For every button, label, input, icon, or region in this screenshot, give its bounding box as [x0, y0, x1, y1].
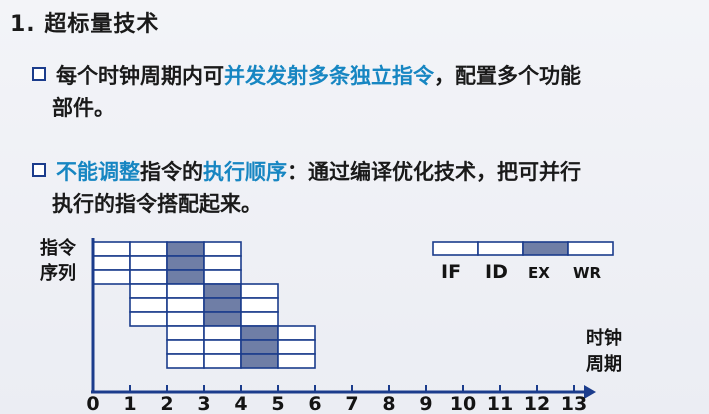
stage-cell-ex	[203, 283, 242, 299]
x-tick-label: 5	[271, 393, 284, 414]
stage-cell-ex	[240, 353, 279, 369]
legend-label-wr: WR	[573, 264, 602, 282]
stage-cell-ex	[203, 297, 242, 313]
stage-cell-if	[129, 297, 168, 313]
stage-cell-if	[166, 339, 205, 355]
instruction-row	[129, 297, 279, 313]
instruction-row	[92, 255, 242, 271]
legend-label-id: ID	[485, 261, 508, 283]
stage-cell-if	[166, 325, 205, 341]
instruction-row	[166, 339, 316, 355]
x-tick-label: 0	[86, 393, 99, 414]
y-axis-label-line2: 序列	[40, 262, 76, 284]
x-tick-label: 2	[160, 393, 173, 414]
x-axis-label-line1: 时钟	[586, 327, 622, 349]
legend-box-if	[432, 241, 479, 256]
x-tick-label: 9	[419, 393, 432, 414]
stage-cell-ex	[166, 241, 205, 257]
pipeline-rows	[92, 241, 316, 369]
stage-legend: IF ID EX WR	[432, 241, 614, 283]
legend-label-ex: EX	[528, 264, 550, 282]
stage-cell-wr	[240, 297, 279, 313]
y-axis-label-line1: 指令	[40, 237, 77, 259]
stage-cell-wr	[277, 353, 316, 369]
stage-cell-if	[92, 255, 131, 271]
stage-cell-wr	[203, 255, 242, 271]
legend-label-if: IF	[441, 261, 461, 283]
stage-cell-ex	[203, 311, 242, 327]
stage-cell-id	[129, 255, 168, 271]
instruction-row	[129, 311, 279, 327]
instruction-row	[92, 269, 242, 285]
legend-box-id	[477, 241, 524, 256]
x-tick-label: 4	[234, 393, 247, 414]
stage-cell-id	[166, 297, 205, 313]
stage-cell-if	[92, 269, 131, 285]
pipeline-diagram: IF ID EX WR 0 1 2 3 4 5 6 7 8 9 10 11 12 13 指令 序列 时钟 周期	[40, 237, 622, 414]
stage-cell-wr	[240, 283, 279, 299]
stage-cell-if	[92, 241, 131, 257]
x-tick-label: 3	[197, 393, 210, 414]
stage-cell-id	[129, 269, 168, 285]
stage-cell-id	[166, 283, 205, 299]
instruction-row	[92, 241, 242, 257]
stage-cell-if	[166, 353, 205, 369]
x-tick-label: 13	[561, 393, 587, 414]
stage-cell-if	[129, 283, 168, 299]
x-tick-label: 12	[524, 393, 550, 414]
stage-cell-wr	[240, 311, 279, 327]
x-tick-label: 7	[345, 393, 358, 414]
stage-cell-wr	[203, 269, 242, 285]
x-tick-label: 6	[308, 393, 321, 414]
stage-cell-ex	[166, 255, 205, 271]
x-ticks: 0 1 2 3 4 5 6 7 8 9 10 11 12 13	[86, 385, 587, 414]
instruction-row	[166, 353, 316, 369]
stage-cell-id	[203, 339, 242, 355]
stage-cell-id	[129, 241, 168, 257]
x-tick-label: 1	[123, 393, 136, 414]
x-tick-label: 11	[487, 393, 513, 414]
instruction-row	[129, 283, 279, 299]
legend-box-wr	[567, 241, 614, 256]
stage-cell-if	[129, 311, 168, 327]
stage-cell-ex	[240, 325, 279, 341]
stage-cell-id	[203, 325, 242, 341]
stage-cell-id	[203, 353, 242, 369]
x-tick-label: 8	[382, 393, 395, 414]
stage-cell-wr	[277, 339, 316, 355]
stage-cell-id	[166, 311, 205, 327]
stage-cell-wr	[277, 325, 316, 341]
x-axis-label-line2: 周期	[586, 354, 622, 375]
stage-cell-ex	[166, 269, 205, 285]
stage-cell-wr	[203, 241, 242, 257]
x-tick-label: 10	[450, 393, 476, 414]
legend-box-ex	[522, 241, 569, 256]
stage-cell-ex	[240, 339, 279, 355]
instruction-row	[166, 325, 316, 341]
